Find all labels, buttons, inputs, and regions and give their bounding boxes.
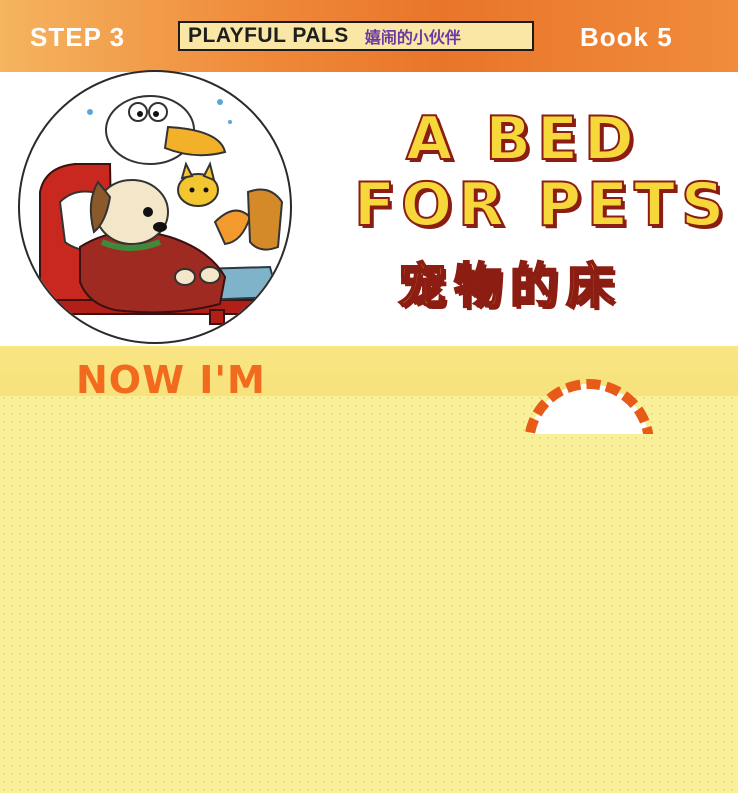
- level-banner-text: NOW I'M: [76, 358, 266, 402]
- header-bar: STEP 3 PLAYFUL PALS 嬉闹的小伙伴 Book 5: [0, 0, 738, 72]
- book-label: Book 5: [580, 22, 673, 52]
- title-line-2: FOR PETS: [353, 169, 731, 241]
- cover-illustration: [18, 70, 292, 344]
- series-title-zh: 嬉闹的小伙伴: [364, 28, 461, 47]
- badge-arc-icon: [524, 379, 654, 434]
- pets-on-bed-illustration: [39, 95, 284, 325]
- title-line-1: A BED: [405, 103, 640, 175]
- level-badge: [524, 374, 654, 434]
- series-title-en: PLAYFUL PALS: [188, 24, 349, 47]
- step-label: STEP 3: [30, 22, 126, 52]
- series-box: PLAYFUL PALS 嬉闹的小伙伴: [178, 21, 534, 51]
- title-zh: 宠物的床: [397, 257, 623, 315]
